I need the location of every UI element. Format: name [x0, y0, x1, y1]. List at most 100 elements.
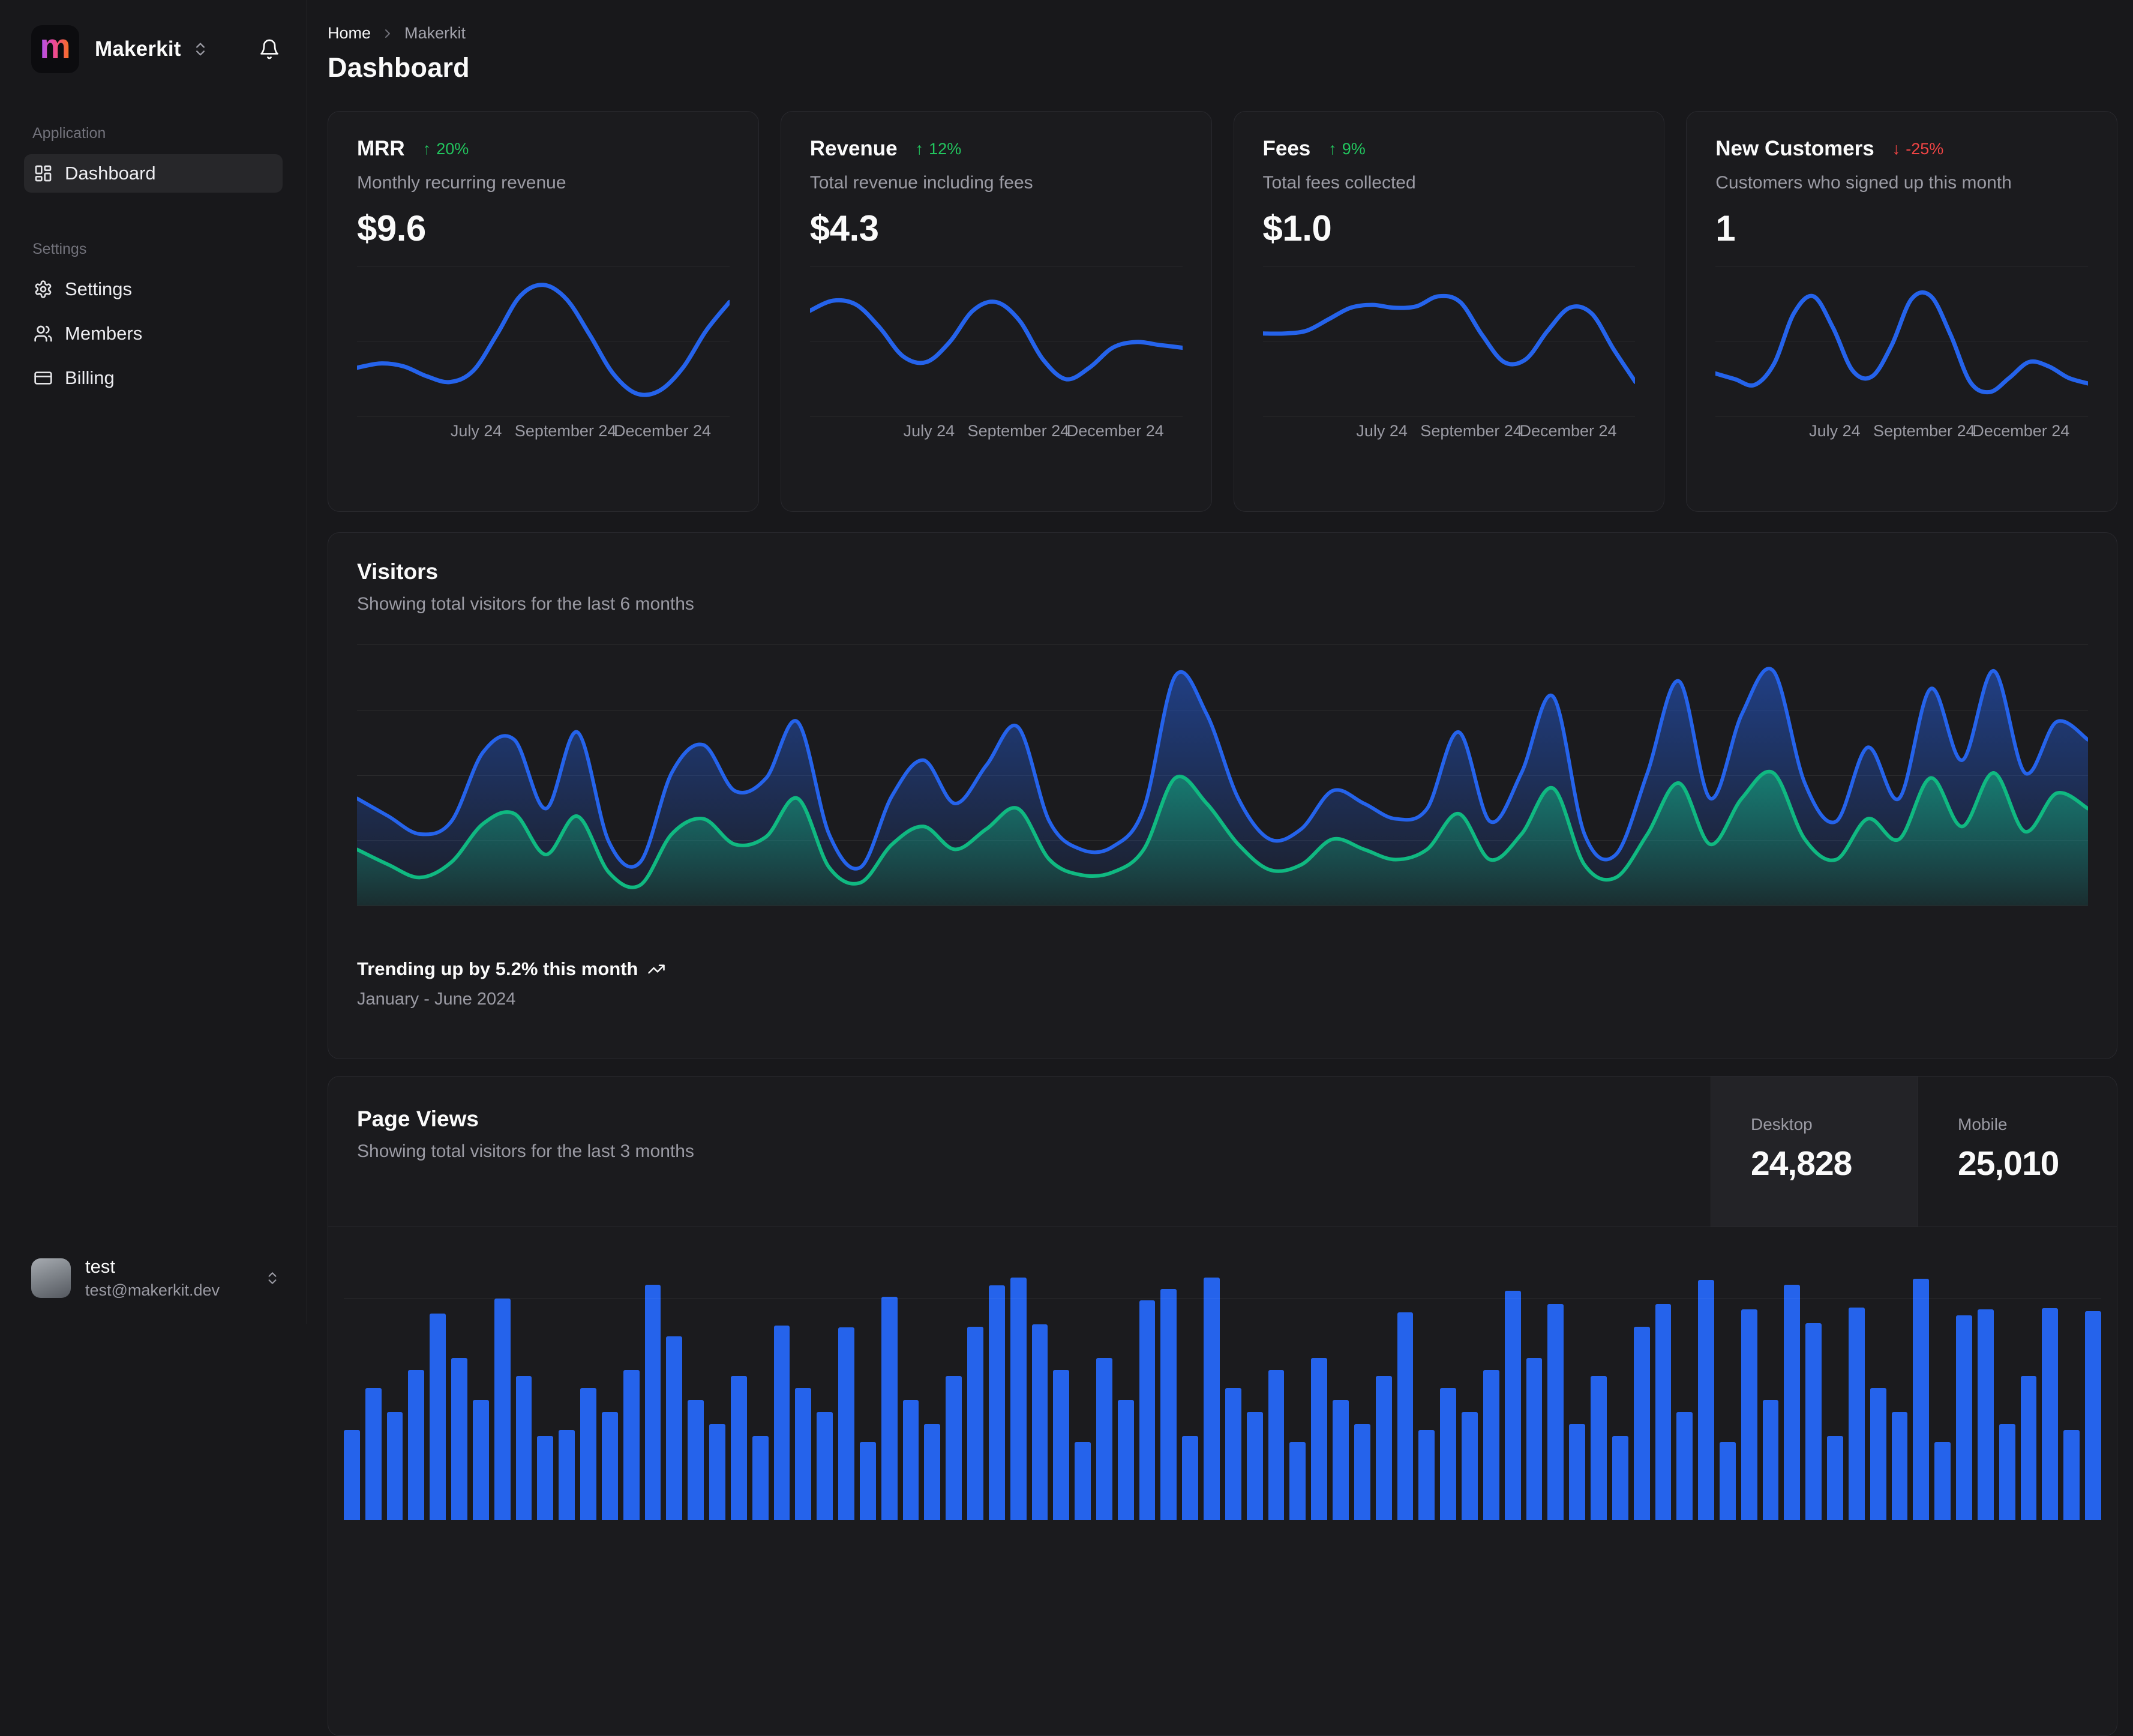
toggle-desktop[interactable]: Desktop 24,828 [1711, 1077, 1918, 1227]
x-axis-labels: July 24 September 24 December 24 [903, 422, 1164, 440]
stat-card-fees: Fees ↑ 9% Total fees collected $1.0 July … [1233, 111, 1665, 512]
page-views-bar [709, 1424, 725, 1520]
layout-dashboard-icon [34, 164, 53, 183]
visitors-area-chart [357, 644, 2088, 906]
page-views-bar [408, 1370, 425, 1520]
trend-badge: ↑ 9% [1328, 139, 1366, 158]
page-views-bar [1096, 1358, 1112, 1520]
user-avatar [31, 1258, 71, 1298]
breadcrumb-home[interactable]: Home [328, 24, 371, 43]
page-views-bar [1870, 1388, 1886, 1520]
page-views-bar [1053, 1370, 1070, 1520]
page-views-bar [451, 1358, 467, 1520]
visitors-footer: Trending up by 5.2% this month January -… [357, 958, 2088, 1009]
page-views-header: Page Views Showing total visitors for th… [328, 1077, 2117, 1227]
page-views-bar [1913, 1279, 1930, 1520]
nav-section-label: Settings [32, 241, 87, 257]
page-views-bar [1289, 1442, 1306, 1520]
trend-arrow-icon: ↑ [1328, 139, 1337, 158]
page-views-bar [902, 1400, 919, 1520]
sparkline-chart: July 24 September 24 December 24 [1262, 266, 1636, 446]
page-views-bar [1440, 1388, 1457, 1520]
page-views-bar [1612, 1436, 1628, 1520]
page-views-bar [2085, 1311, 2101, 1520]
page-views-bar [1698, 1280, 1714, 1520]
page-views-bar [1246, 1412, 1263, 1520]
logo-letter: m [40, 27, 71, 66]
page-views-bar [1139, 1300, 1156, 1520]
page-views-bar [838, 1327, 854, 1520]
page-views-bar [666, 1336, 683, 1520]
page-views-bar [1848, 1308, 1865, 1520]
page-views-bar [1827, 1436, 1843, 1520]
page-views-bar [1483, 1370, 1499, 1520]
sidebar-item-label: Dashboard [65, 163, 156, 184]
stat-card-new-customers: New Customers ↓ -25% Customers who signed… [1686, 111, 2117, 512]
stat-description: Total fees collected [1262, 173, 1416, 193]
trending-up-icon [647, 960, 665, 978]
page-views-bar [1784, 1285, 1801, 1520]
page-views-bar [1462, 1412, 1478, 1520]
user-name: test [85, 1256, 115, 1278]
nav-section-label: Application [32, 125, 106, 142]
sidebar-item-members[interactable]: Members [24, 314, 283, 353]
workspace-header: m Makerkit [0, 0, 307, 73]
credit-card-icon [34, 368, 53, 388]
page-views-bar [1526, 1358, 1543, 1520]
stat-title: MRR [357, 137, 405, 160]
page-views-bar [1655, 1304, 1672, 1520]
page-views-bar [688, 1400, 704, 1520]
page-views-bar [1569, 1424, 1586, 1520]
page-views-bar [515, 1376, 532, 1520]
sidebar-nav: Application Dashboard Settings Settings … [0, 125, 307, 397]
page-title: Dashboard [328, 52, 470, 83]
page-views-bar [730, 1376, 747, 1520]
page-views-bar [644, 1285, 661, 1520]
x-axis-labels: July 24 September 24 December 24 [450, 422, 712, 440]
page-views-bar [1977, 1309, 1994, 1520]
notifications-bell-icon[interactable] [259, 38, 280, 60]
page-views-bar [1354, 1424, 1370, 1520]
sparkline-chart: July 24 September 24 December 24 [1715, 266, 2088, 446]
page-views-bar [1010, 1278, 1027, 1520]
sparkline-chart: July 24 September 24 December 24 [809, 266, 1183, 446]
stat-title: Fees [1262, 137, 1311, 160]
sparkline-chart: July 24 September 24 December 24 [357, 266, 730, 446]
stat-description: Customers who signed up this month [1715, 173, 2012, 193]
sidebar-item-dashboard[interactable]: Dashboard [24, 154, 283, 193]
page-views-bar [1762, 1400, 1779, 1520]
sidebar-item-settings[interactable]: Settings [24, 270, 283, 308]
stat-card-mrr: MRR ↑ 20% Monthly recurring revenue $9.6 … [328, 111, 759, 512]
page-views-bar [430, 1314, 446, 1520]
workspace-name[interactable]: Makerkit [95, 37, 181, 61]
page-views-bar [1182, 1436, 1199, 1520]
sidebar-item-label: Billing [65, 367, 115, 388]
page-views-bar [988, 1285, 1005, 1520]
page-views-bar [1397, 1312, 1414, 1520]
page-views-bar [1375, 1376, 1392, 1520]
app-logo: m [31, 25, 79, 73]
page-views-bar [1117, 1400, 1134, 1520]
toggle-label: Desktop [1751, 1115, 1813, 1134]
page-views-bar [752, 1436, 769, 1520]
toggle-label: Mobile [1958, 1115, 2008, 1134]
toggle-mobile[interactable]: Mobile 25,010 [1918, 1077, 2117, 1227]
page-views-bar [1591, 1376, 1607, 1520]
trend-badge: ↓ -25% [1892, 139, 1944, 158]
page-views-bar [946, 1376, 962, 1520]
stat-card-revenue: Revenue ↑ 12% Total revenue including fee… [780, 111, 1212, 512]
sidebar-item-billing[interactable]: Billing [24, 359, 283, 397]
page-views-bar [386, 1412, 403, 1520]
page-views-bar [1956, 1315, 1972, 1520]
page-views-bar [580, 1388, 596, 1520]
page-views-bar [1934, 1442, 1951, 1520]
page-views-bar [1268, 1370, 1285, 1520]
toggle-value: 24,828 [1751, 1144, 1852, 1183]
page-views-bar [859, 1442, 876, 1520]
chevron-right-icon [380, 26, 395, 41]
trend-text: Trending up by 5.2% this month [357, 958, 638, 979]
stat-description: Total revenue including fees [809, 173, 1033, 193]
chevrons-up-down-icon[interactable] [192, 41, 209, 58]
stat-value: $9.6 [357, 208, 426, 248]
user-menu[interactable]: test test@makerkit.dev [0, 1238, 307, 1324]
